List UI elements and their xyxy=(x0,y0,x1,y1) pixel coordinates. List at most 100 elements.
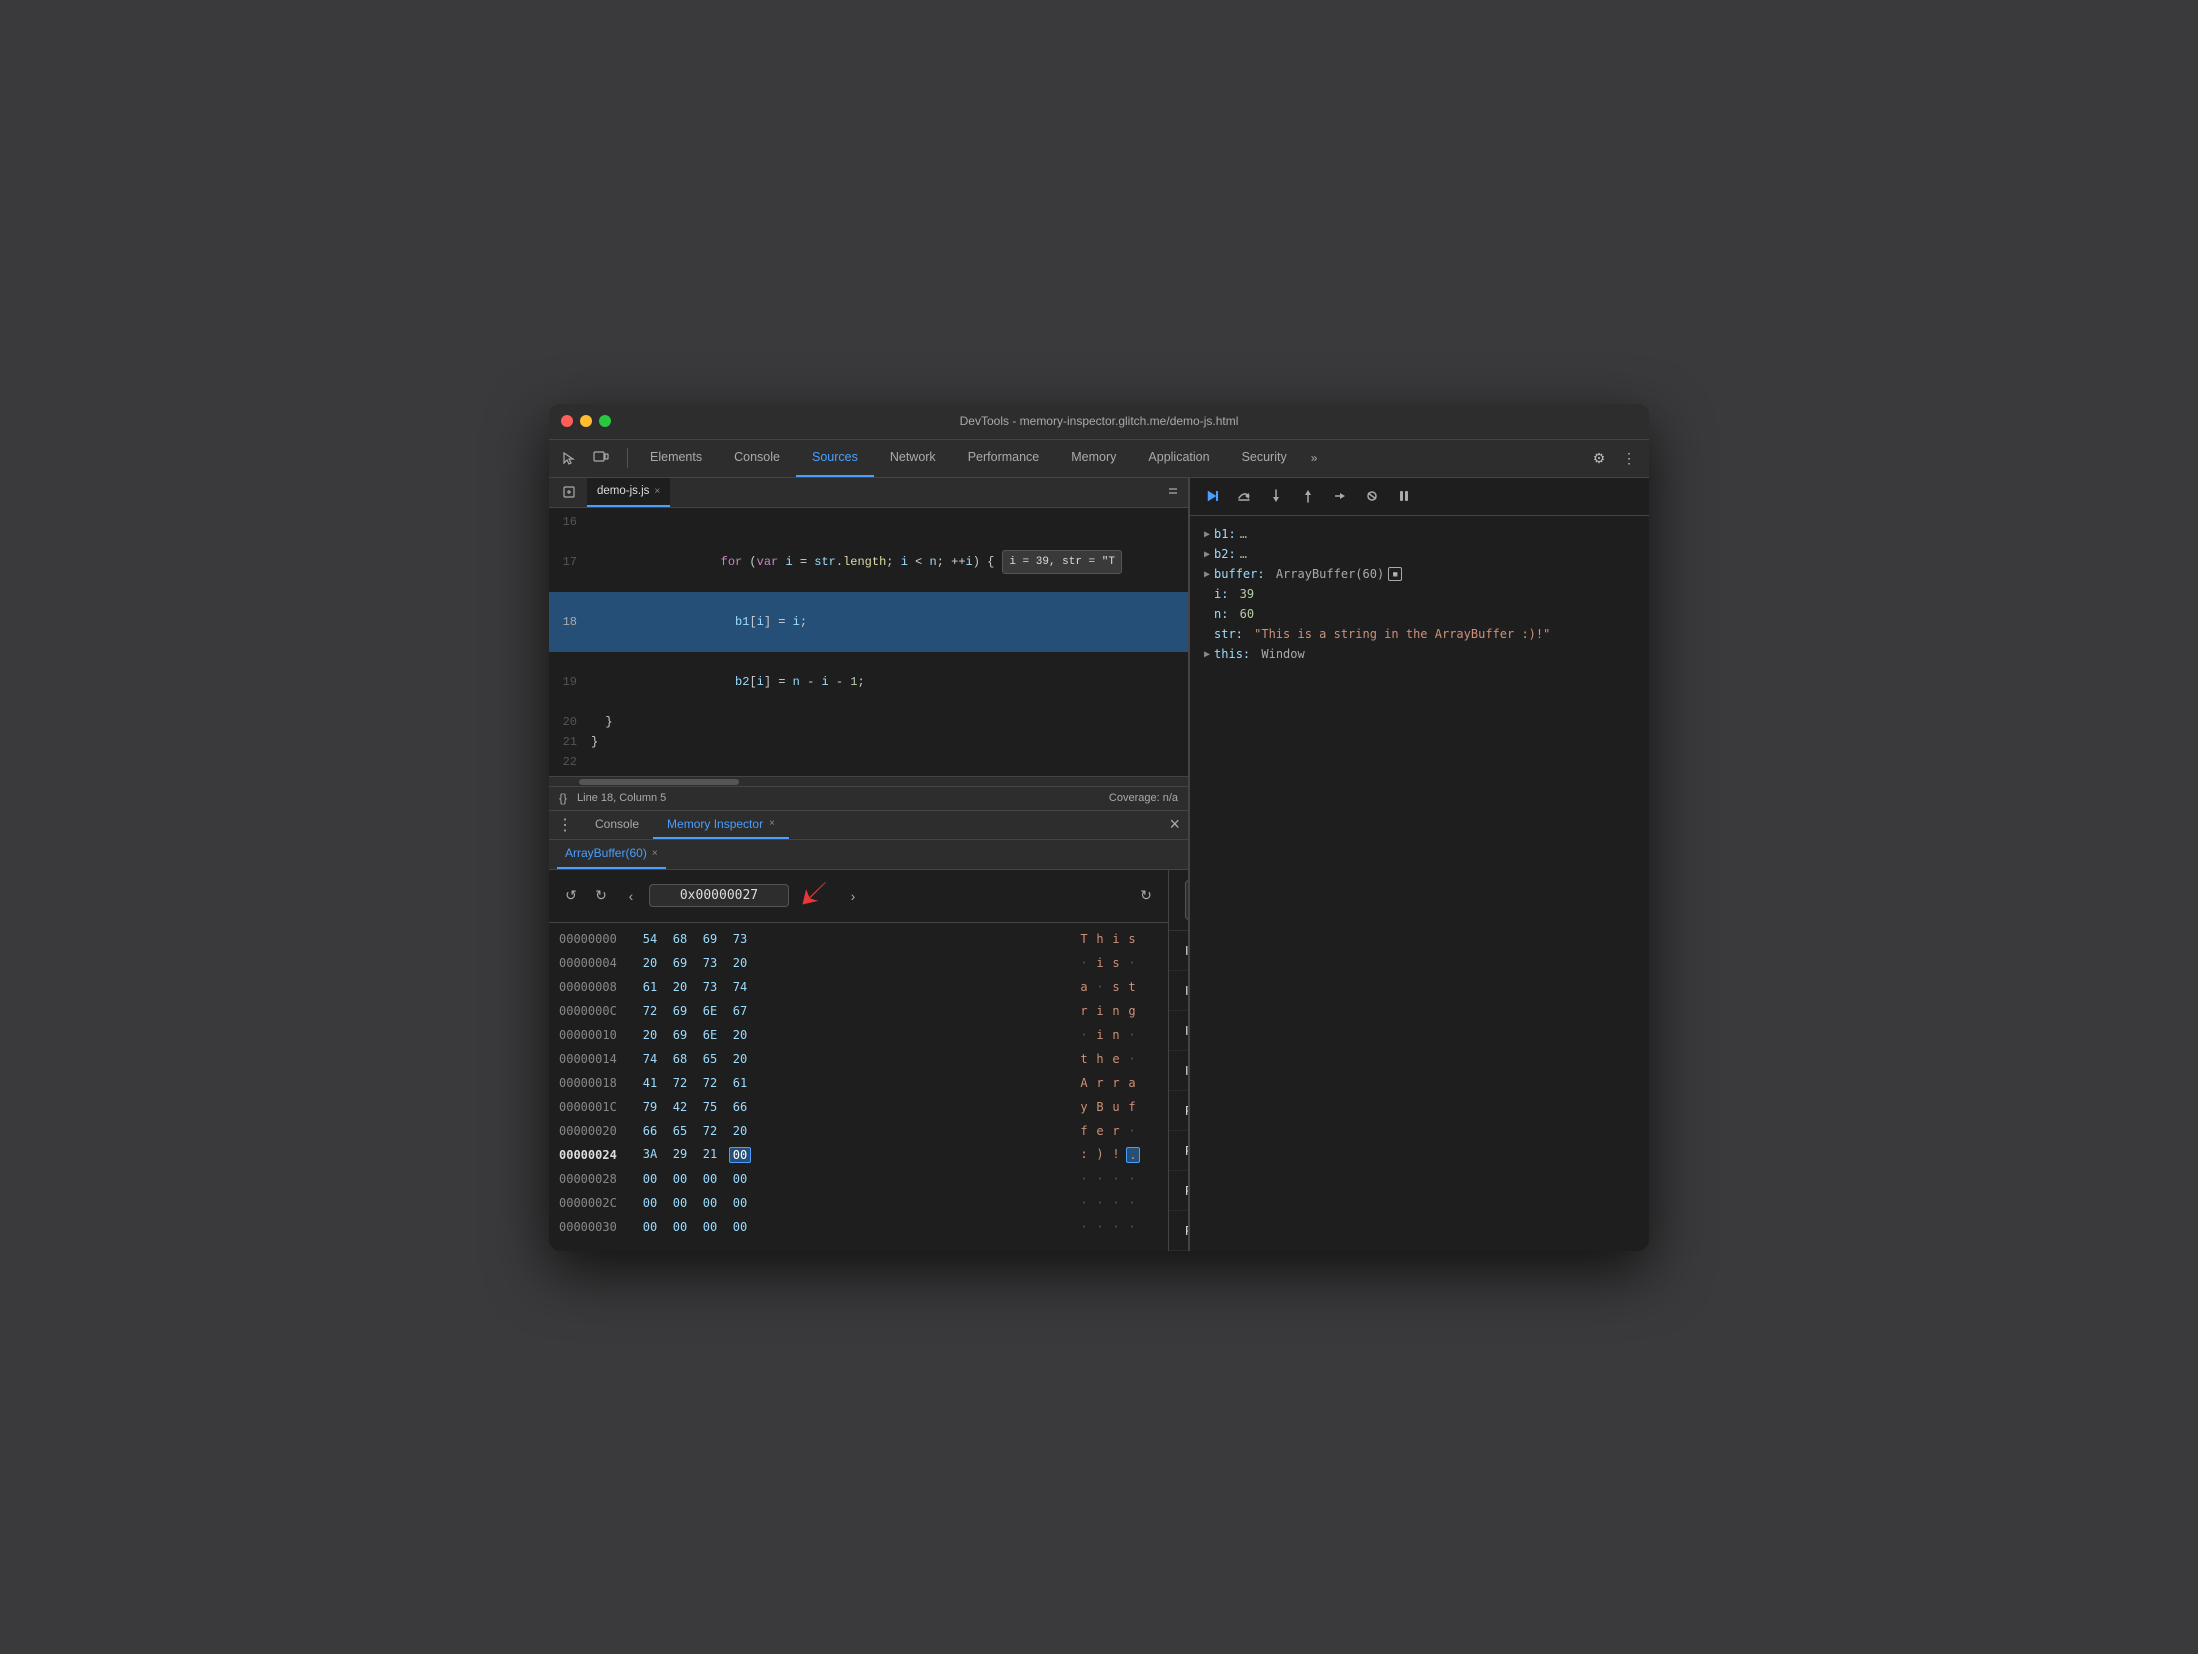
code-line-17: 17 for (var i = str.length; i < n; ++i) … xyxy=(549,532,1188,592)
inspector-row-float32: Float 32-bit dec ▾ 0.00 xyxy=(1169,1091,1188,1131)
cursor-icon[interactable] xyxy=(557,446,581,470)
devtools-window: DevTools - memory-inspector.glitch.me/de… xyxy=(549,404,1649,1251)
address-bar: ↺ ↻ ‹ › ↻ xyxy=(549,870,1168,923)
hex-row-00000020: 00000020 66 65 72 20 f xyxy=(549,1119,1168,1143)
expand-sources-icon[interactable] xyxy=(557,480,581,504)
memory-inspector-close[interactable]: × xyxy=(769,818,775,829)
step-btn[interactable] xyxy=(1326,482,1354,510)
titlebar: DevTools - memory-inspector.glitch.me/de… xyxy=(549,404,1649,440)
scope-item-str: str: "This is a string in the ArrayBuffe… xyxy=(1190,624,1649,644)
expand-b2-icon[interactable]: ▶ xyxy=(1204,549,1210,560)
right-panel: ▶ b1: … ▶ b2: … ▶ buffer: ArrayBuffer(60… xyxy=(1189,478,1649,1251)
tab-performance[interactable]: Performance xyxy=(952,440,1056,477)
memory-icon[interactable]: ▦ xyxy=(1388,567,1402,581)
file-tab-expand-icon[interactable] xyxy=(1166,484,1180,501)
hex-row-00000024: 00000024 3A 29 21 00 : xyxy=(549,1143,1168,1167)
inspector-row-ptr32: Pointer 32-bit 0x0 → xyxy=(1169,1171,1188,1211)
tab-console[interactable]: Console xyxy=(718,440,796,477)
close-bottom-panel[interactable]: × xyxy=(1169,814,1180,835)
arraybuffer-tab-label: ArrayBuffer(60) xyxy=(565,846,647,860)
hex-row-00000000: 00000000 54 68 69 73 T xyxy=(549,927,1168,951)
expand-this-icon[interactable]: ▶ xyxy=(1204,649,1210,660)
inspector-row-int32: Integer 32-bit dec ▾ 0 xyxy=(1169,1011,1188,1051)
more-options-icon[interactable]: ⋮ xyxy=(1617,446,1641,470)
scope-panel: ▶ b1: … ▶ b2: … ▶ buffer: ArrayBuffer(60… xyxy=(1190,516,1649,1251)
hex-row-00000010: 00000010 20 69 6E 20 · xyxy=(549,1023,1168,1047)
scrollbar-thumb[interactable] xyxy=(579,779,739,785)
tab-security[interactable]: Security xyxy=(1226,440,1303,477)
tab-network[interactable]: Network xyxy=(874,440,952,477)
arraybuffer-tab[interactable]: ArrayBuffer(60) × xyxy=(557,840,666,869)
addr-back-btn[interactable]: ↺ xyxy=(559,884,583,908)
close-button[interactable] xyxy=(561,415,573,427)
inspector-row-float64: Float 64-bit dec ▾ 0.00 xyxy=(1169,1131,1188,1171)
tab-application[interactable]: Application xyxy=(1132,440,1225,477)
code-editor: 16 17 for (var i = str.length; i < n; ++… xyxy=(549,508,1188,786)
step-over-btn[interactable] xyxy=(1230,482,1258,510)
devtools-toolbar: Elements Console Sources Network Perform… xyxy=(549,440,1649,478)
memory-content: ↺ ↻ ‹ › ↻ xyxy=(549,870,1188,1251)
file-tab-demo-js[interactable]: demo-js.js × xyxy=(587,478,670,507)
tab-sources[interactable]: Sources xyxy=(796,440,874,477)
refresh-btn[interactable]: ↻ xyxy=(1134,884,1158,908)
inspector-row-ptr64: Pointer 64-bit 0x0 → xyxy=(1169,1211,1188,1251)
horizontal-scrollbar[interactable] xyxy=(549,776,1188,786)
endian-bar: Big Endian ▾ ⚙ xyxy=(1169,870,1188,931)
hex-row-00000030: 00000030 00 00 00 00 · xyxy=(549,1215,1168,1239)
file-tabs: demo-js.js × xyxy=(549,478,1188,508)
tab-more[interactable]: » xyxy=(1303,440,1326,477)
scope-item-i: i: 39 xyxy=(1190,584,1649,604)
file-tab-close[interactable]: × xyxy=(654,486,660,497)
code-line-20: 20 } xyxy=(549,712,1188,732)
scope-item-buffer: ▶ buffer: ArrayBuffer(60) ▦ xyxy=(1190,564,1649,584)
addr-next-btn[interactable]: › xyxy=(841,884,865,908)
pause-on-exceptions-btn[interactable] xyxy=(1390,482,1418,510)
memory-panel: ArrayBuffer(60) × ↺ ↻ ‹ xyxy=(549,840,1188,1251)
code-line-22: 22 xyxy=(549,752,1188,772)
status-bar: {} Line 18, Column 5 Coverage: n/a xyxy=(549,786,1188,810)
line-tooltip: i = 39, str = "T xyxy=(1002,550,1122,574)
format-icon[interactable]: {} xyxy=(559,791,567,805)
expand-b1-icon[interactable]: ▶ xyxy=(1204,529,1210,540)
step-out-btn[interactable] xyxy=(1294,482,1322,510)
toolbar-icons xyxy=(557,446,613,470)
code-lines: 16 17 for (var i = str.length; i < n; ++… xyxy=(549,508,1188,776)
tab-console-bottom[interactable]: Console xyxy=(581,811,653,839)
expand-buffer-icon[interactable]: ▶ xyxy=(1204,569,1210,580)
addr-prev-btn[interactable]: ‹ xyxy=(619,884,643,908)
data-inspector-panel: Big Endian ▾ ⚙ Integer 8-bit dec ▾ xyxy=(1169,870,1188,1251)
line-col-status: Line 18, Column 5 xyxy=(577,792,666,804)
inspector-row-int8: Integer 8-bit dec ▾ 0 xyxy=(1169,931,1188,971)
device-toggle-icon[interactable] xyxy=(589,446,613,470)
minimize-button[interactable] xyxy=(580,415,592,427)
address-input[interactable] xyxy=(649,884,789,907)
endian-select[interactable]: Big Endian ▾ xyxy=(1185,880,1188,920)
code-line-19: 19 b2[i] = n - i - 1; xyxy=(549,652,1188,712)
divider xyxy=(627,448,628,468)
tab-memory[interactable]: Memory xyxy=(1055,440,1132,477)
file-tab-label: demo-js.js xyxy=(597,485,649,497)
maximize-button[interactable] xyxy=(599,415,611,427)
tab-memory-inspector[interactable]: Memory Inspector × xyxy=(653,811,789,839)
arraybuffer-tabs: ArrayBuffer(60) × xyxy=(549,840,1188,870)
addr-forward-btn[interactable]: ↻ xyxy=(589,884,613,908)
tab-nav: Elements Console Sources Network Perform… xyxy=(634,440,1325,477)
debugger-toolbar xyxy=(1190,478,1649,516)
arraybuffer-tab-close[interactable]: × xyxy=(652,848,658,859)
deactivate-breakpoints-btn[interactable] xyxy=(1358,482,1386,510)
hex-row-0000001C: 0000001C 79 42 75 66 y xyxy=(549,1095,1168,1119)
toolbar-right: ⚙ ⋮ xyxy=(1587,446,1641,470)
hex-row-0000000C: 0000000C 72 69 6E 67 r xyxy=(549,999,1168,1023)
scope-item-this: ▶ this: Window xyxy=(1190,644,1649,664)
tab-elements[interactable]: Elements xyxy=(634,440,718,477)
hex-table: 00000000 54 68 69 73 T xyxy=(549,923,1168,1251)
resume-btn[interactable] xyxy=(1198,482,1226,510)
panel-options-icon[interactable]: ⋮ xyxy=(557,815,573,835)
scope-item-b2: ▶ b2: … xyxy=(1190,544,1649,564)
status-left: {} Line 18, Column 5 xyxy=(559,791,666,805)
hex-row-00000004: 00000004 20 69 73 20 · xyxy=(549,951,1168,975)
hex-row-00000028: 00000028 00 00 00 00 · xyxy=(549,1167,1168,1191)
settings-icon[interactable]: ⚙ xyxy=(1587,446,1611,470)
scope-item-n: n: 60 xyxy=(1190,604,1649,624)
step-into-btn[interactable] xyxy=(1262,482,1290,510)
